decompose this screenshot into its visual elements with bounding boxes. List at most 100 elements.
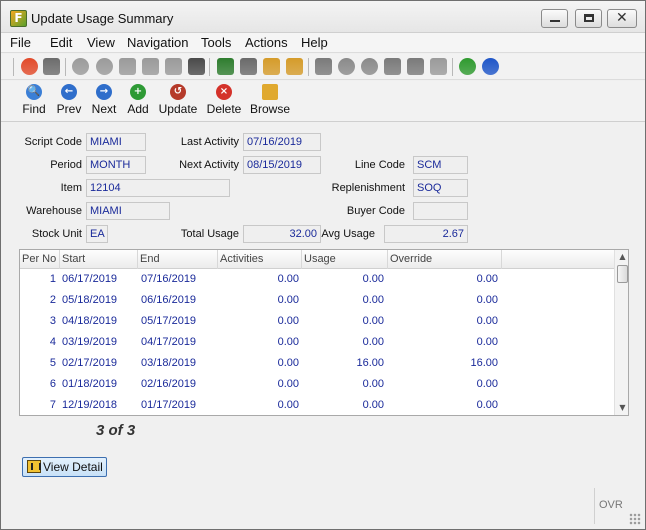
column-header-start[interactable]: Start bbox=[60, 250, 138, 269]
list-up-icon[interactable] bbox=[384, 58, 401, 75]
last-activity-field[interactable]: 07/16/2019 bbox=[243, 133, 321, 151]
column-header-filler bbox=[502, 250, 614, 269]
menu-actions[interactable]: Actions bbox=[245, 35, 288, 50]
script-code-field[interactable]: MIAMI bbox=[86, 133, 146, 151]
notes-icon[interactable] bbox=[217, 58, 234, 75]
title-bar[interactable]: F Update Usage Summary ✕ bbox=[1, 1, 645, 33]
zoom-icon[interactable] bbox=[188, 58, 205, 75]
override-cell: 0.00 bbox=[476, 378, 498, 390]
folder-icon bbox=[262, 84, 278, 100]
table-row[interactable]: 6 01/18/2019 02/16/2019 0.00 0.00 0.00 bbox=[20, 375, 614, 396]
avg-usage-field[interactable]: 2.67 bbox=[384, 225, 468, 243]
trend-icon[interactable] bbox=[459, 58, 476, 75]
close-icon: ✕ bbox=[616, 10, 628, 26]
override-cell: 16.00 bbox=[470, 357, 498, 369]
close-button[interactable]: ✕ bbox=[607, 9, 637, 28]
avg-usage-label: Avg Usage bbox=[321, 228, 375, 240]
scroll-down-arrow-icon[interactable]: ▼ bbox=[615, 401, 628, 415]
add-button[interactable]: + Add bbox=[126, 84, 150, 116]
period-field[interactable]: MONTH bbox=[86, 156, 146, 174]
next-activity-field[interactable]: 08/15/2019 bbox=[243, 156, 321, 174]
column-header-usage[interactable]: Usage bbox=[302, 250, 388, 269]
activities-cell: 0.00 bbox=[277, 273, 299, 285]
delete-button[interactable]: × Delete bbox=[206, 84, 242, 116]
scrollbar-thumb[interactable] bbox=[617, 265, 628, 283]
grid-vertical-scrollbar[interactable]: ▲ ▼ bbox=[614, 250, 628, 415]
activities-cell: 0.00 bbox=[277, 357, 299, 369]
edit-pencil-icon[interactable] bbox=[263, 58, 280, 75]
activities-cell: 0.00 bbox=[277, 336, 299, 348]
stock-unit-field[interactable]: EA bbox=[86, 225, 108, 243]
warehouse-field[interactable]: MIAMI bbox=[86, 202, 170, 220]
warehouse-label: Warehouse bbox=[26, 205, 82, 217]
list-clear-icon[interactable] bbox=[430, 58, 447, 75]
grid-header: Per No Start End Activities Usage Overri… bbox=[20, 250, 614, 269]
period-label: Period bbox=[50, 159, 82, 171]
down-circle-icon[interactable] bbox=[338, 58, 355, 75]
usage-cell: 0.00 bbox=[362, 294, 384, 306]
view-detail-icon bbox=[27, 460, 41, 473]
end-cell: 03/18/2019 bbox=[141, 357, 197, 369]
menu-view[interactable]: View bbox=[87, 35, 115, 50]
table-row[interactable]: 3 04/18/2019 05/17/2019 0.00 0.00 0.00 bbox=[20, 312, 614, 333]
line-code-label: Line Code bbox=[354, 159, 405, 171]
calendar-icon[interactable] bbox=[286, 58, 303, 75]
find-button[interactable]: 🔍 Find bbox=[22, 84, 46, 116]
usage-cell: 0.00 bbox=[362, 378, 384, 390]
update-label: Update bbox=[158, 102, 198, 116]
paste-icon[interactable] bbox=[142, 58, 159, 75]
start-cell: 04/18/2019 bbox=[62, 315, 118, 327]
menu-navigation[interactable]: Navigation bbox=[127, 35, 188, 50]
table-row[interactable]: 2 05/18/2019 06/16/2019 0.00 0.00 0.00 bbox=[20, 291, 614, 312]
table-row[interactable]: 5 02/17/2019 03/18/2019 0.00 16.00 16.00 bbox=[20, 354, 614, 375]
column-header-per-no[interactable]: Per No bbox=[20, 250, 60, 269]
per-no-cell: 4 bbox=[49, 336, 56, 348]
buyer-code-label: Buyer Code bbox=[346, 205, 405, 217]
table-row[interactable]: 1 06/17/2019 07/16/2019 0.00 0.00 0.00 bbox=[20, 270, 614, 291]
toolbar-separator bbox=[209, 58, 210, 76]
resize-grip-icon[interactable] bbox=[629, 513, 641, 525]
replenishment-field[interactable]: SOQ bbox=[413, 179, 468, 197]
scroll-up-arrow-icon[interactable]: ▲ bbox=[615, 250, 628, 264]
menu-tools[interactable]: Tools bbox=[201, 35, 231, 50]
update-button[interactable]: ↺ Update bbox=[158, 84, 198, 116]
column-header-override[interactable]: Override bbox=[388, 250, 502, 269]
table-row[interactable]: 7 12/19/2018 01/17/2019 0.00 0.00 0.00 bbox=[20, 396, 614, 415]
minimize-button[interactable] bbox=[541, 9, 568, 28]
check-icon[interactable] bbox=[72, 58, 89, 75]
line-code-field[interactable]: SCM bbox=[413, 156, 468, 174]
maximize-button[interactable] bbox=[575, 9, 602, 28]
search-icon: 🔍 bbox=[26, 84, 42, 100]
attachment-icon[interactable] bbox=[240, 58, 257, 75]
help-icon[interactable] bbox=[482, 58, 499, 75]
minimize-icon bbox=[550, 20, 560, 22]
up-circle-icon[interactable] bbox=[361, 58, 378, 75]
menu-edit[interactable]: Edit bbox=[50, 35, 72, 50]
overwrite-mode-indicator: OVR bbox=[594, 488, 627, 524]
prev-button[interactable]: ← Prev bbox=[55, 84, 83, 116]
activities-cell: 0.00 bbox=[277, 399, 299, 411]
menu-help[interactable]: Help bbox=[301, 35, 328, 50]
buyer-code-field[interactable] bbox=[413, 202, 468, 220]
cancel-icon[interactable] bbox=[96, 58, 113, 75]
menu-file[interactable]: File bbox=[10, 35, 31, 50]
column-header-activities[interactable]: Activities bbox=[218, 250, 302, 269]
column-header-end[interactable]: End bbox=[138, 250, 218, 269]
power-icon[interactable] bbox=[21, 58, 38, 75]
copy-icon[interactable] bbox=[119, 58, 136, 75]
select-all-icon[interactable] bbox=[165, 58, 182, 75]
browse-button[interactable]: Browse bbox=[250, 84, 290, 116]
start-cell: 03/19/2019 bbox=[62, 336, 118, 348]
app-logo-icon[interactable]: F bbox=[10, 10, 27, 27]
per-no-cell: 5 bbox=[49, 357, 56, 369]
view-detail-button[interactable]: View Detail bbox=[22, 457, 107, 477]
next-button[interactable]: → Next bbox=[90, 84, 118, 116]
next-label: Next bbox=[91, 102, 117, 116]
table-row[interactable]: 4 03/19/2019 04/17/2019 0.00 0.00 0.00 bbox=[20, 333, 614, 354]
total-usage-field[interactable]: 32.00 bbox=[243, 225, 321, 243]
item-field[interactable]: 12104 bbox=[86, 179, 230, 197]
upload-icon[interactable] bbox=[315, 58, 332, 75]
usage-periods-grid[interactable]: Per No Start End Activities Usage Overri… bbox=[19, 249, 629, 416]
list-down-icon[interactable] bbox=[407, 58, 424, 75]
print-icon[interactable] bbox=[43, 58, 60, 75]
